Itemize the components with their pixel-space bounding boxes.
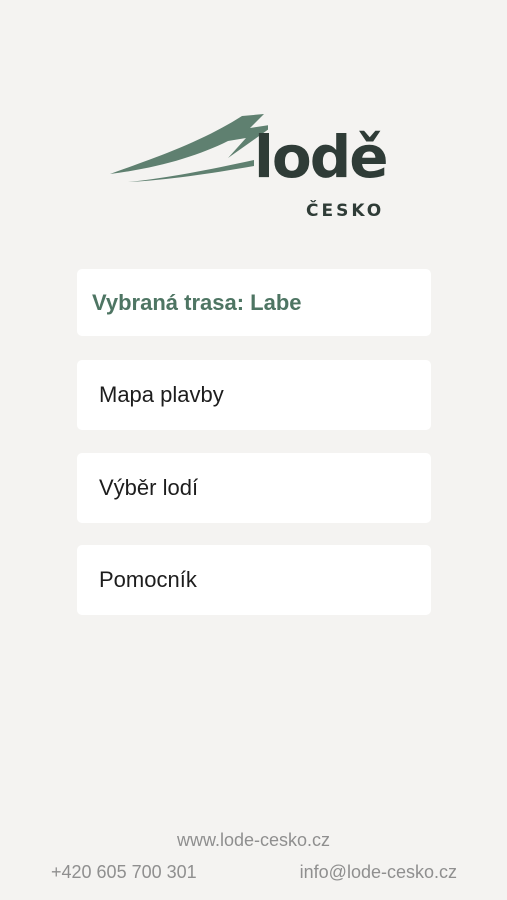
menu-item-boats[interactable]: Výběr lodí xyxy=(77,453,431,523)
menu-item-label: Výběr lodí xyxy=(99,475,199,500)
selected-route-card: Vybraná trasa: Labe xyxy=(77,269,431,336)
selected-route-label: Vybraná trasa: Labe xyxy=(92,289,302,315)
brand-logo: lodě ČESKO xyxy=(108,108,408,228)
menu-item-helper[interactable]: Pomocník xyxy=(77,545,431,615)
lightning-wave-icon xyxy=(110,114,268,182)
app-screen: lodě ČESKO Vybraná trasa: Labe Mapa plav… xyxy=(0,0,507,900)
menu-item-label: Pomocník xyxy=(99,567,197,592)
menu-item-map[interactable]: Mapa plavby xyxy=(77,360,431,430)
logo-country: ČESKO xyxy=(306,201,385,221)
footer-phone-link[interactable]: +420 605 700 301 xyxy=(51,862,197,883)
footer-email-link[interactable]: info@lode-cesko.cz xyxy=(300,862,457,883)
logo-wordmark: lodě xyxy=(254,123,389,191)
footer-website-link[interactable]: www.lode-cesko.cz xyxy=(0,830,507,851)
menu-item-label: Mapa plavby xyxy=(99,382,224,407)
